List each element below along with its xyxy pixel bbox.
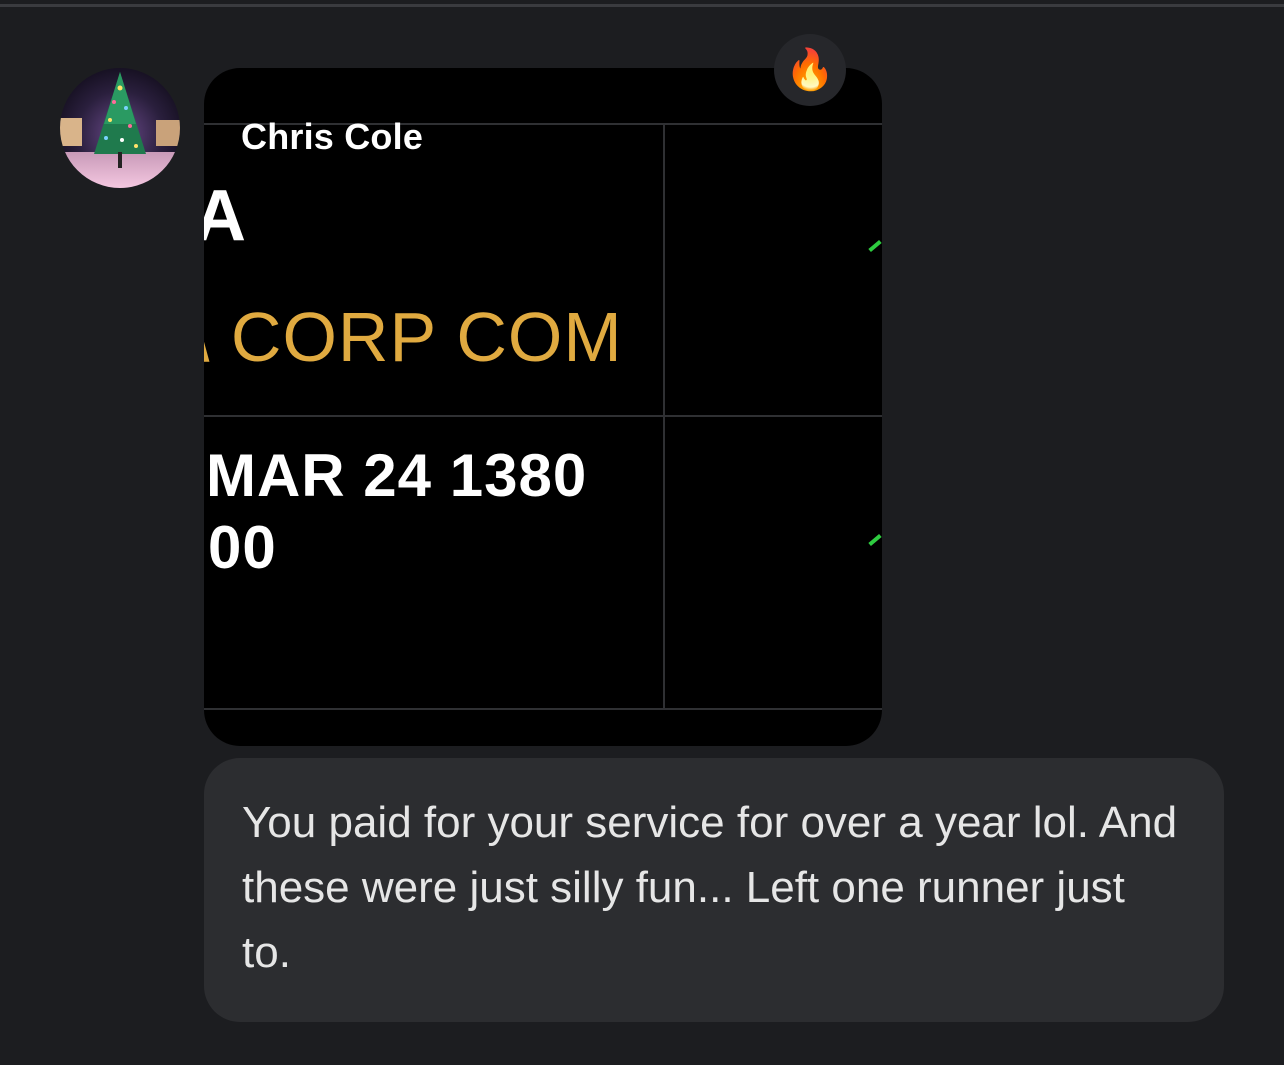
ticker-letter: A bbox=[204, 176, 246, 256]
grid-line bbox=[204, 415, 882, 417]
top-divider bbox=[0, 4, 1284, 7]
ticker-company: \ CORP COM bbox=[204, 298, 623, 376]
fire-reaction-icon[interactable]: 🔥 bbox=[774, 34, 846, 106]
message-text: You paid for your service for over a yea… bbox=[242, 798, 1178, 977]
christmas-tree-photo-icon bbox=[60, 68, 180, 188]
text-message[interactable]: You paid for your service for over a yea… bbox=[204, 758, 1224, 1022]
grid-line bbox=[663, 123, 665, 710]
gain-tick bbox=[868, 239, 882, 253]
grid-line bbox=[204, 708, 882, 710]
option-price: 00 bbox=[208, 514, 277, 581]
sender-name: Chris Cole bbox=[241, 116, 424, 157]
avatar[interactable] bbox=[60, 68, 180, 188]
gain-tick bbox=[868, 533, 882, 547]
image-message[interactable]: Chris Cole A \ CORP COM MAR 24 1380 00 bbox=[204, 68, 882, 746]
option-date: MAR 24 1380 bbox=[206, 442, 588, 509]
